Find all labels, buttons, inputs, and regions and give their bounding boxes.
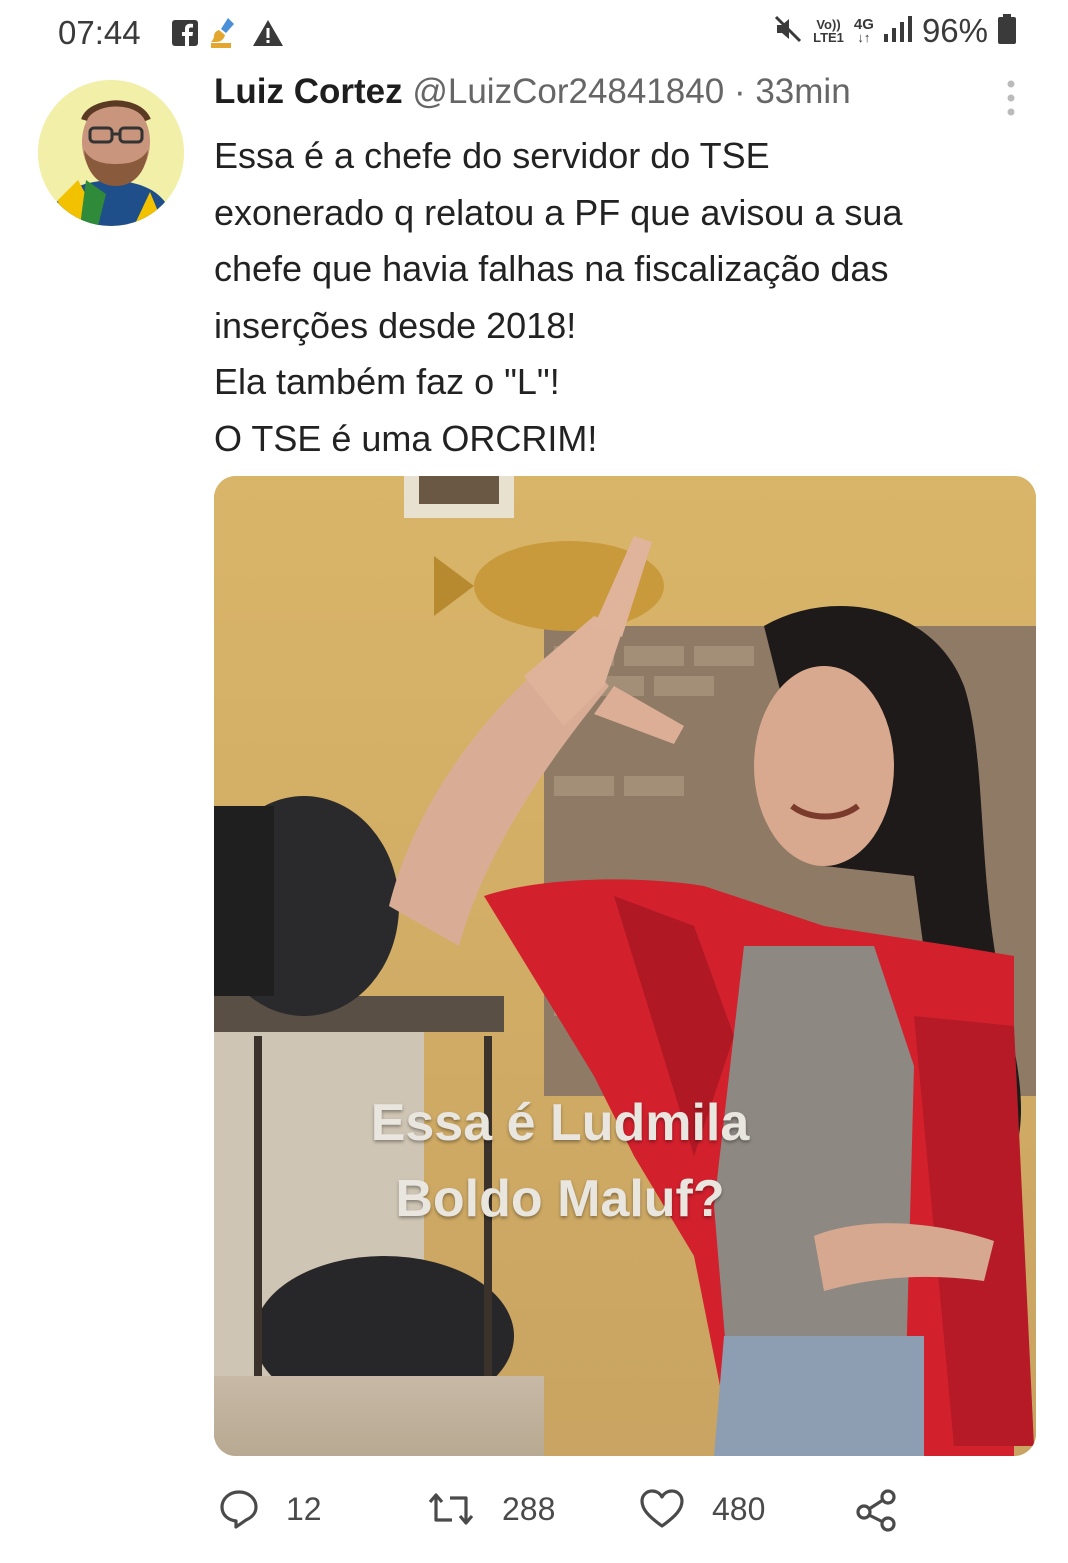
tweet-text-line: chefe que havia falhas na fiscalização d… <box>214 248 889 290</box>
like-button[interactable]: 480 <box>638 1488 765 1530</box>
author-handle[interactable]: @LuizCor24841840 <box>412 72 724 111</box>
tweet-text-line: Ela também faz o "L"! <box>214 361 560 403</box>
battery-icon <box>998 13 1016 49</box>
tweet-header: Luiz Cortez @LuizCor24841840 · 33min <box>214 72 1024 112</box>
tweet-text: Essa é a chefe do servidor do TSE exoner… <box>214 128 1034 468</box>
retweet-icon <box>428 1493 474 1525</box>
like-count: 480 <box>712 1490 766 1527</box>
tweet-text-line: inserções desde 2018! <box>214 304 577 346</box>
status-left-icons <box>172 16 284 55</box>
tweet-text-line: Essa é a chefe do servidor do TSE <box>214 135 770 176</box>
paint-brush-icon <box>208 16 242 55</box>
avatar[interactable] <box>38 80 184 226</box>
status-time: 07:44 <box>58 14 141 51</box>
warning-icon <box>252 18 284 53</box>
reply-count: 12 <box>286 1490 322 1527</box>
retweet-count: 288 <box>502 1490 556 1527</box>
meta-separator: · <box>733 72 746 111</box>
signal-icon <box>883 15 912 47</box>
tweet-timestamp[interactable]: 33min <box>755 72 850 111</box>
retweet-button[interactable]: 288 <box>426 1488 555 1530</box>
facebook-icon <box>172 20 198 51</box>
tweet-text-line: O TSE é uma ORCRIM! <box>214 417 598 459</box>
battery-percent: 96% <box>921 12 988 49</box>
status-right-icons: Vo)) LTE1 4G ↓↑ 96% <box>773 12 1016 50</box>
tweet-text-line: exonerado q relatou a PF que avisou a su… <box>214 191 903 233</box>
media-photo <box>214 476 1036 1456</box>
author-name[interactable]: Luiz Cortez <box>214 72 403 111</box>
reply-icon <box>220 1490 258 1529</box>
status-bar: 07:44 Vo)) LTE1 4G ↓↑ 96% <box>0 0 1068 70</box>
4g-icon: 4G ↓↑ <box>853 16 874 45</box>
volte-icon: Vo)) LTE1 <box>813 17 844 45</box>
share-icon <box>856 1489 896 1532</box>
reply-button[interactable]: 12 <box>218 1488 322 1530</box>
tweet-actions: 12 288 480 <box>214 1488 1034 1538</box>
more-options-icon[interactable] <box>1006 78 1016 123</box>
tweet-media[interactable]: Essa é Ludmila Boldo Maluf? <box>214 476 1036 1456</box>
share-button[interactable] <box>854 1488 900 1532</box>
heart-icon <box>640 1489 684 1528</box>
mute-icon <box>773 14 803 49</box>
